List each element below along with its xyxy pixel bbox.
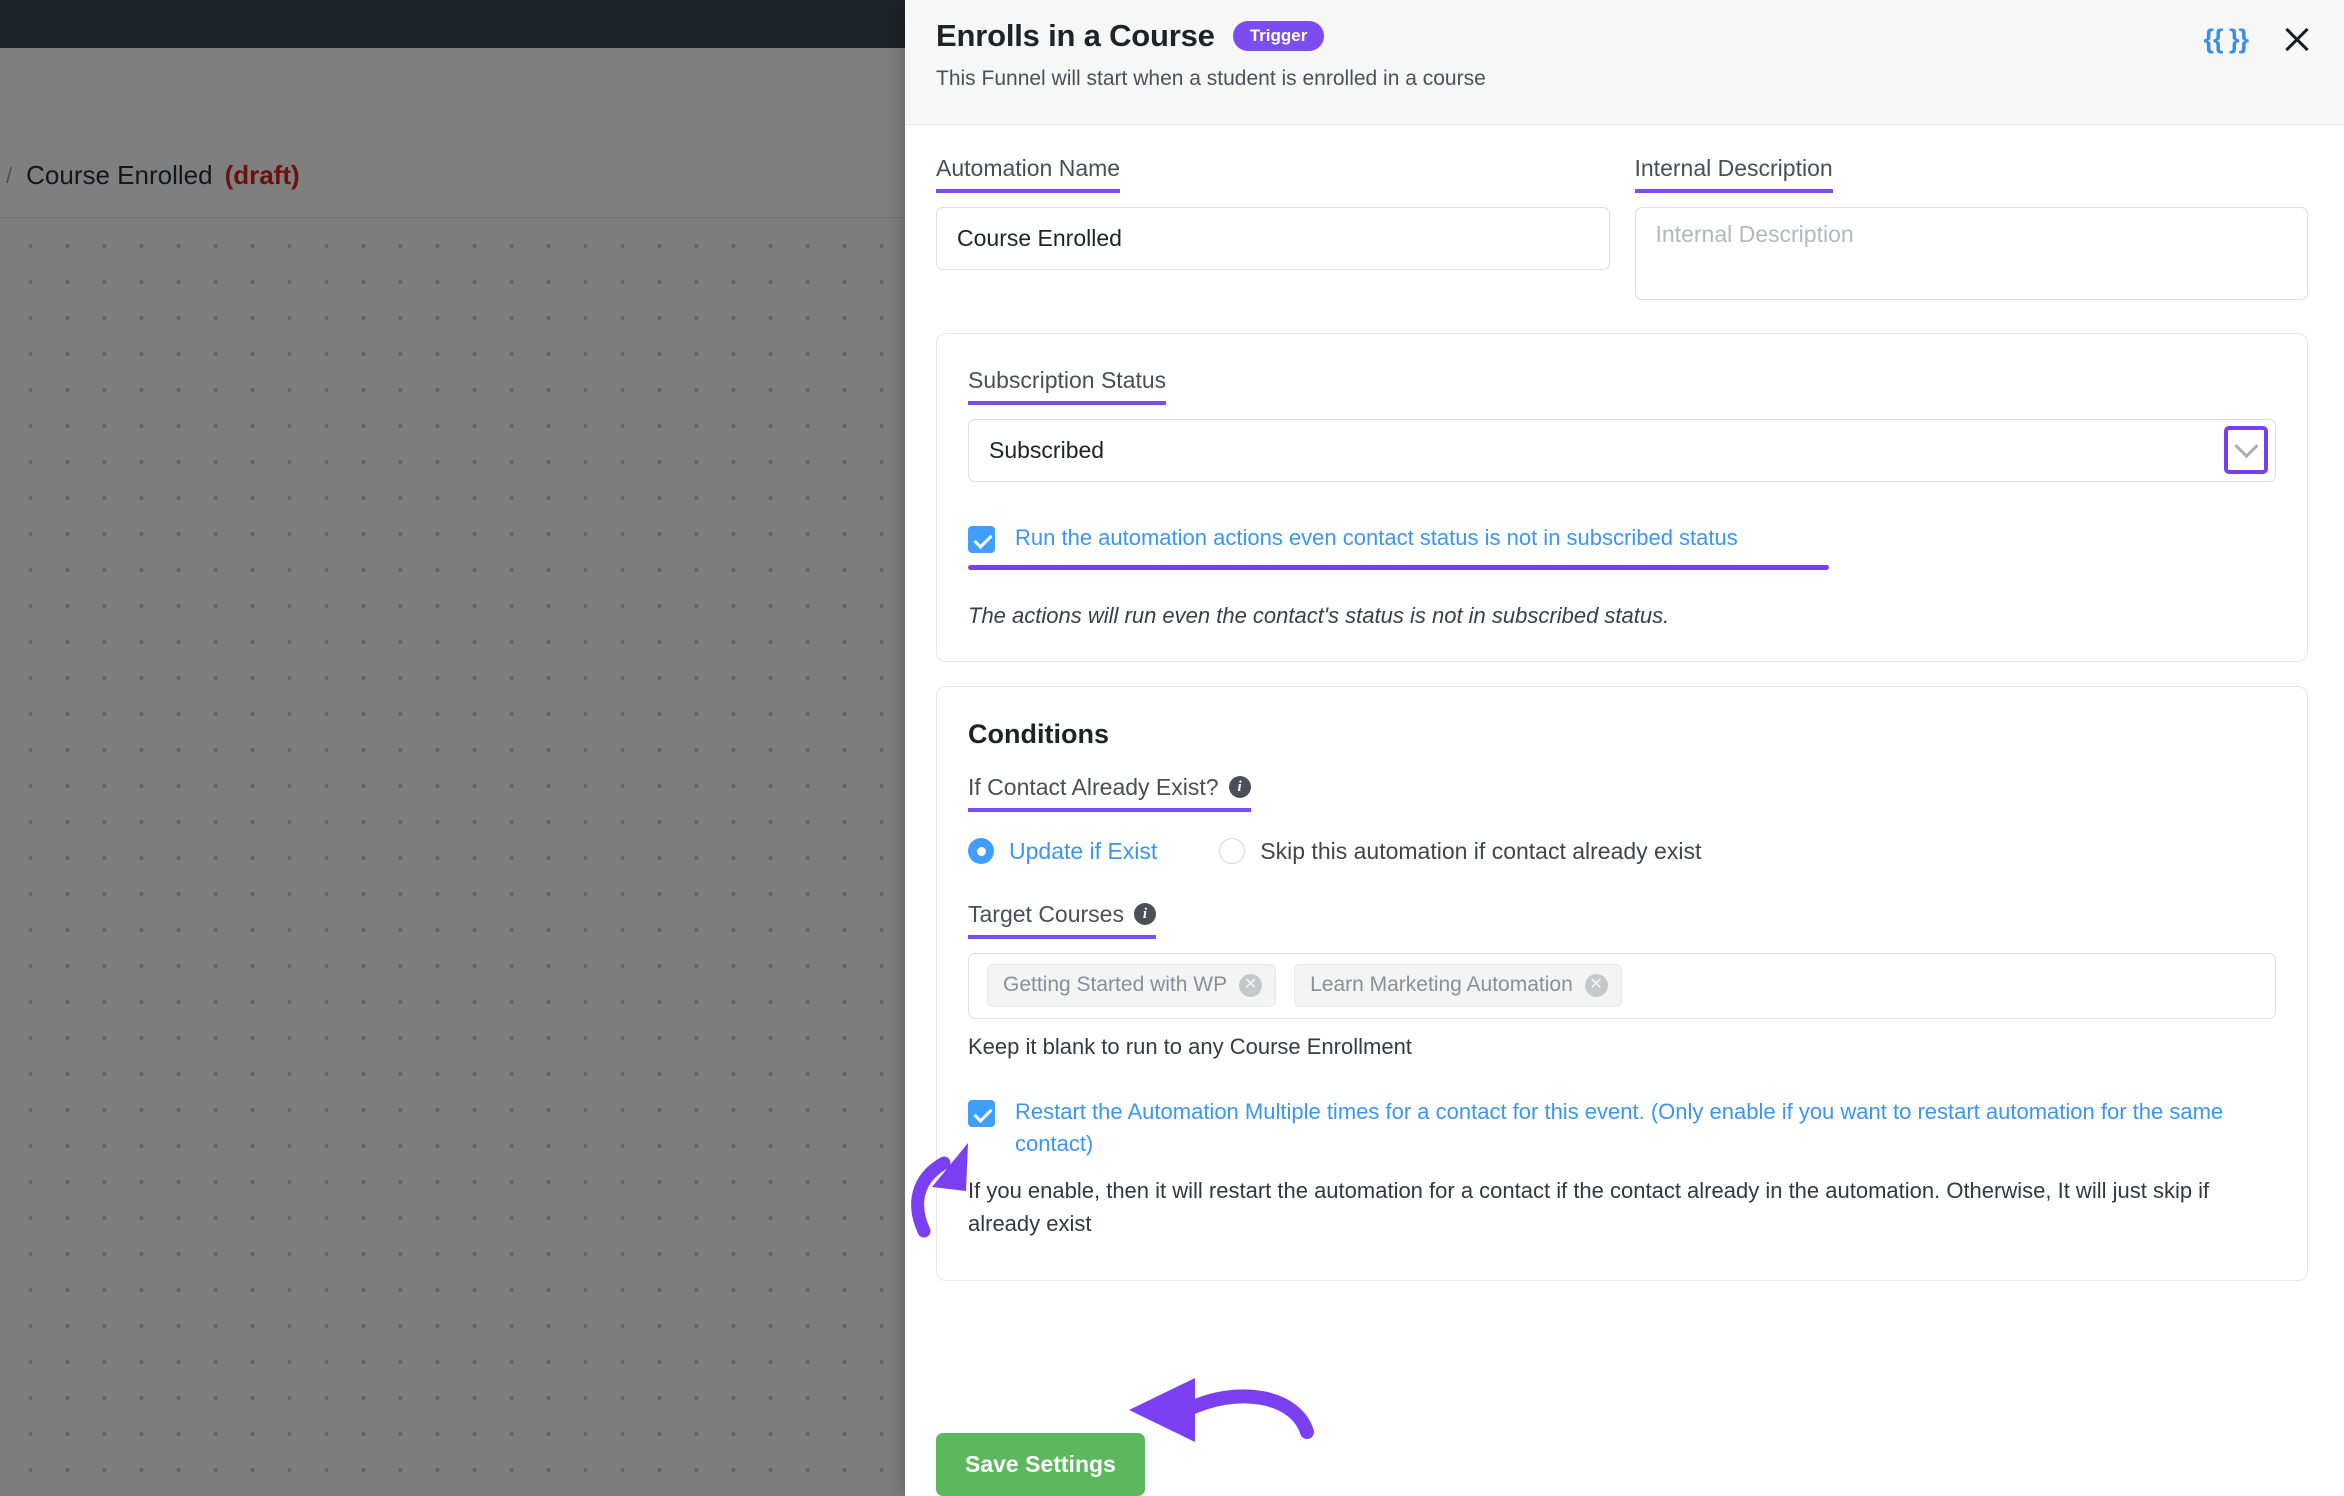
run-anyway-highlight-underline — [968, 564, 1829, 570]
restart-automation-checkbox[interactable] — [968, 1099, 995, 1127]
screen: / Course Enrolled (draft) Enrolls in a C… — [0, 0, 2344, 1496]
internal-description-textarea[interactable] — [1634, 207, 2308, 300]
target-courses-label-text: Target Courses — [968, 900, 1124, 927]
close-icon[interactable] — [2280, 22, 2314, 56]
course-tag[interactable]: Learn Marketing Automation ✕ — [1294, 964, 1622, 1008]
course-tag-label: Getting Started with WP — [1003, 973, 1228, 997]
subscription-status-label: Subscription Status — [968, 367, 1167, 405]
conditions-title: Conditions — [968, 718, 1109, 749]
trigger-settings-panel: Enrolls in a Course Trigger This Funnel … — [905, 0, 2344, 1496]
subscription-status-value: Subscribed — [989, 437, 1105, 463]
radio-unselected-icon — [1219, 838, 1246, 865]
run-anyway-row: Run the automation actions even contact … — [968, 522, 2276, 554]
panel-body: Automation Name Internal Description Sub… — [905, 125, 2344, 1407]
conditions-card: Conditions If Contact Already Exist? i U… — [936, 685, 2308, 1281]
course-tag-label: Learn Marketing Automation — [1310, 973, 1573, 997]
info-icon[interactable]: i — [1228, 776, 1251, 799]
automation-name-input[interactable] — [936, 207, 1610, 270]
name-description-row: Automation Name Internal Description — [936, 155, 2308, 305]
internal-description-label: Internal Description — [1634, 155, 1833, 193]
radio-skip-label: Skip this automation if contact already … — [1260, 837, 1702, 864]
remove-tag-icon[interactable]: ✕ — [1239, 973, 1263, 997]
subscription-status-select-wrap: Subscribed — [968, 419, 2276, 482]
contact-exist-radio-group: Update if Exist Skip this automation if … — [968, 838, 2276, 865]
restart-automation-label[interactable]: Restart the Automation Multiple times fo… — [1015, 1096, 2267, 1160]
subscription-note: The actions will run even the contact's … — [968, 602, 1670, 628]
trigger-badge: Trigger — [1232, 21, 1325, 51]
panel-subtitle: This Funnel will start when a student is… — [936, 67, 1486, 90]
target-courses-input[interactable]: Getting Started with WP ✕ Learn Marketin… — [968, 952, 2276, 1019]
chevron-down-icon-highlight[interactable] — [2224, 426, 2268, 474]
automation-name-field: Automation Name — [936, 155, 1610, 305]
radio-update-if-exist[interactable]: Update if Exist — [968, 838, 1157, 865]
subscription-status-select[interactable]: Subscribed — [968, 419, 2276, 482]
contact-exist-label-text: If Contact Already Exist? — [968, 773, 1219, 800]
panel-footer: Save Settings — [905, 1407, 2344, 1496]
panel-title: Enrolls in a Course — [936, 18, 1215, 53]
smartcode-icon[interactable]: {{ }} — [2203, 24, 2249, 55]
panel-header-actions: {{ }} — [2203, 22, 2314, 56]
restart-automation-row: Restart the Automation Multiple times fo… — [968, 1096, 2276, 1160]
info-icon[interactable]: i — [1133, 903, 1156, 926]
panel-header: Enrolls in a Course Trigger This Funnel … — [905, 0, 2344, 125]
chevron-down-icon — [2233, 433, 2259, 458]
internal-description-field: Internal Description — [1634, 155, 2308, 305]
run-anyway-checkbox[interactable] — [968, 526, 995, 553]
target-courses-hint: Keep it blank to run to any Course Enrol… — [968, 1033, 1412, 1059]
restart-automation-helper: If you enable, then it will restart the … — [968, 1177, 2210, 1236]
save-settings-button[interactable]: Save Settings — [936, 1433, 1145, 1496]
subscription-status-card: Subscription Status Subscribed Run the a… — [936, 333, 2308, 662]
remove-tag-icon[interactable]: ✕ — [1584, 973, 1608, 997]
radio-update-label: Update if Exist — [1009, 837, 1158, 864]
radio-skip-automation[interactable]: Skip this automation if contact already … — [1219, 838, 1701, 865]
target-courses-label: Target Courses i — [968, 901, 1156, 939]
contact-exist-label: If Contact Already Exist? i — [968, 774, 1251, 812]
course-tag[interactable]: Getting Started with WP ✕ — [987, 964, 1277, 1008]
automation-name-label: Automation Name — [936, 155, 1121, 193]
run-anyway-label[interactable]: Run the automation actions even contact … — [1015, 522, 1738, 554]
radio-selected-icon — [968, 838, 994, 865]
